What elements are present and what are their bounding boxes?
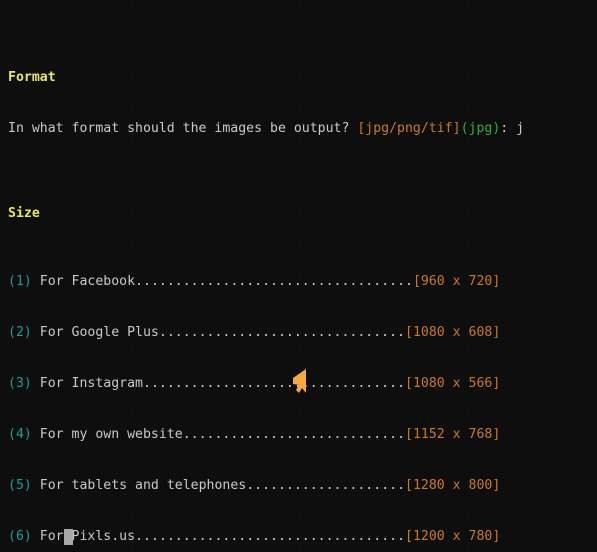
size-option-5-space — [32, 478, 40, 493]
size-option-5[interactable]: (5) For tablets and telephones..........… — [8, 477, 597, 494]
size-option-1-label: For Facebook — [39, 274, 136, 289]
format-separator: : — [500, 121, 517, 136]
size-option-3-label: For Instagram — [39, 376, 143, 391]
size-option-1-value: [960 x 720] — [412, 274, 501, 289]
size-option-6-number: (6) — [8, 529, 32, 544]
size-option-4-label: For my own website — [39, 427, 183, 442]
size-option-4-number: (4) — [8, 427, 32, 442]
size-option-2-label: For Google Plus — [39, 325, 159, 340]
heading-format-text: Format — [8, 70, 56, 85]
format-default: (jpg) — [460, 121, 501, 136]
size-option-6-dots: .................................. — [135, 529, 406, 544]
size-option-2-space — [32, 325, 40, 340]
format-question-text: In what format should the images be outp… — [8, 121, 358, 136]
size-option-1-space — [32, 274, 40, 289]
size-option-3-number: (3) — [8, 376, 32, 391]
size-option-6-space — [32, 529, 40, 544]
size-option-2[interactable]: (2) For Google Plus.....................… — [8, 324, 597, 341]
size-option-6-value: [1200 x 780] — [405, 529, 501, 544]
size-option-1[interactable]: (1) For Facebook........................… — [8, 273, 597, 290]
size-option-4-dots: ............................ — [182, 427, 406, 442]
prompt-line-format: In what format should the images be outp… — [8, 120, 597, 137]
size-option-6-label: For Pixls.us — [39, 529, 136, 544]
size-option-2-number: (2) — [8, 325, 32, 340]
size-option-4[interactable]: (4) For my own website..................… — [8, 426, 597, 443]
section-heading-size: Size — [8, 205, 597, 222]
size-option-4-space — [32, 427, 40, 442]
text-cursor — [64, 529, 73, 545]
size-option-4-value: [1152 x 768] — [405, 427, 501, 442]
size-option-1-number: (1) — [8, 274, 32, 289]
size-option-5-value: [1280 x 800] — [405, 478, 501, 493]
size-option-6[interactable]: (6) For Pixls.us........................… — [8, 528, 597, 545]
size-option-5-dots: .................... — [246, 478, 406, 493]
section-heading-format: Format — [8, 69, 597, 86]
terminal-window: Format In what format should the images … — [0, 0, 597, 552]
format-answer: j — [516, 121, 525, 136]
size-option-3-value: [1080 x 566] — [405, 376, 501, 391]
size-option-5-number: (5) — [8, 478, 32, 493]
size-option-1-dots: ................................... — [135, 274, 413, 289]
mouse-pointer-icon — [293, 369, 306, 393]
size-option-2-dots: ............................... — [158, 325, 406, 340]
size-option-3-space — [32, 376, 40, 391]
heading-size-text: Size — [8, 206, 40, 221]
format-options: [jpg/png/tif] — [357, 121, 461, 136]
size-option-5-label: For tablets and telephones — [39, 478, 247, 493]
size-option-2-value: [1080 x 608] — [405, 325, 501, 340]
size-option-3-dots: ................................. — [143, 376, 406, 391]
terminal-screen: Format In what format should the images … — [8, 1, 597, 552]
